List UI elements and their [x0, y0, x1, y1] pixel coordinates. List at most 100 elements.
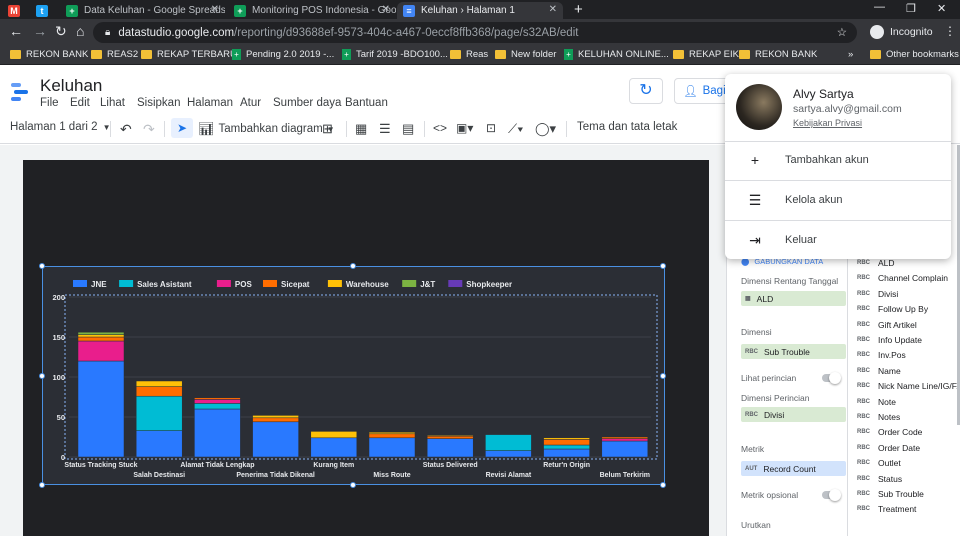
bookmarks-overflow-icon[interactable]: »: [848, 49, 853, 60]
menu-help[interactable]: Bantuan: [345, 97, 388, 109]
resize-handle[interactable]: [660, 263, 666, 269]
report-title[interactable]: Keluhan: [40, 76, 102, 96]
resize-handle[interactable]: [39, 373, 45, 379]
back-icon[interactable]: ←: [9, 23, 23, 39]
stacked-bar-chart[interactable]: 0 50 100 150 200 JNE Sales Asistant POS Sicepat W…: [42, 266, 665, 485]
text-icon[interactable]: ⊡: [486, 121, 496, 135]
resize-handle[interactable]: [660, 373, 666, 379]
field-label: Channel Complain: [878, 273, 948, 284]
field-label: Outlet: [878, 458, 901, 469]
field-item[interactable]: RBC ALD: [857, 258, 895, 268]
tab-monitoring-pos[interactable]: + Monitoring POS Indonesia - Goo ✕: [228, 2, 396, 19]
embed-code-icon[interactable]: <>: [433, 121, 447, 135]
minimize-icon[interactable]: —: [874, 1, 885, 13]
incognito-badge[interactable]: Incognito: [870, 25, 933, 39]
add-control-icon[interactable]: ⊞: [322, 121, 333, 137]
restore-icon[interactable]: ❐: [906, 2, 916, 15]
undo-icon[interactable]: ↶: [120, 121, 132, 138]
theme-layout-button[interactable]: Tema dan tata letak: [577, 121, 677, 133]
resize-handle[interactable]: [660, 482, 666, 488]
filter-icon[interactable]: ☰: [379, 121, 391, 137]
window-close-icon[interactable]: ✕: [937, 2, 946, 15]
add-account-item[interactable]: + Tambahkan akun: [725, 141, 951, 179]
field-item[interactable]: RBC Order Date: [857, 443, 920, 453]
bookmark-item[interactable]: REKON BANK: [10, 49, 88, 60]
manage-account-item[interactable]: ☰ Kelola akun: [725, 181, 951, 219]
resize-handle[interactable]: [39, 263, 45, 269]
menu-edit[interactable]: Edit: [70, 97, 90, 109]
field-item[interactable]: RBC Sub Trouble: [857, 489, 924, 499]
dimension-chip[interactable]: RBC Sub Trouble: [741, 344, 846, 359]
url-field[interactable]: 🔒︎ datastudio.google.com /reporting/d936…: [93, 22, 857, 43]
bookmark-item[interactable]: + Pending 2.0 2019 -...: [232, 49, 334, 60]
menu-file[interactable]: File: [40, 97, 59, 109]
refresh-button[interactable]: ↻: [629, 78, 663, 104]
metric-chip[interactable]: AUT Record Count: [741, 461, 846, 476]
home-icon[interactable]: ⌂: [76, 23, 84, 39]
close-icon[interactable]: ✕: [549, 4, 557, 15]
folder-icon: [91, 50, 102, 59]
new-tab-icon[interactable]: +: [574, 1, 583, 18]
field-item[interactable]: RBC Order Code: [857, 427, 922, 437]
reload-icon[interactable]: ↻: [55, 23, 67, 40]
bookmark-item[interactable]: REKAP TERBARU: [141, 49, 237, 60]
bookmark-item[interactable]: Reas: [450, 49, 488, 60]
sign-out-item[interactable]: ⇥ Keluar: [725, 221, 951, 259]
bookmark-item[interactable]: + KELUHAN ONLINE...: [564, 49, 669, 60]
field-item[interactable]: RBC Channel Complain: [857, 273, 948, 283]
tab-keluhan[interactable]: ≡ Keluhan › Halaman 1 ✕: [397, 2, 563, 19]
star-icon[interactable]: ☆: [837, 25, 847, 39]
field-item[interactable]: RBC Info Update: [857, 335, 922, 345]
close-icon[interactable]: ✕: [382, 4, 390, 15]
field-item[interactable]: RBC Divisi: [857, 289, 898, 299]
bookmark-item[interactable]: REKAP EIK: [673, 49, 739, 60]
field-item[interactable]: RBC Outlet: [857, 458, 901, 468]
other-bookmarks[interactable]: Other bookmarks: [870, 49, 959, 60]
resize-handle[interactable]: [350, 263, 356, 269]
date-dimension-chip[interactable]: ▦ ALD: [741, 291, 846, 306]
tab-gmail[interactable]: M: [2, 2, 30, 19]
x-tick-label: Retur'n Origin: [543, 462, 590, 469]
field-item[interactable]: RBC Status: [857, 474, 902, 484]
avatar[interactable]: [736, 84, 782, 130]
bookmark-item[interactable]: REKON BANK: [739, 49, 817, 60]
field-item[interactable]: RBC Inv.Pos: [857, 350, 906, 360]
field-item[interactable]: RBC Follow Up By: [857, 304, 928, 314]
drill-dimension-chip[interactable]: RBC Divisi: [741, 407, 846, 422]
tab-twitter[interactable]: t: [30, 2, 58, 19]
add-chart-button[interactable]: 📊︎ Tambahkan diagram ▼: [198, 121, 335, 137]
menu-page[interactable]: Halaman: [187, 97, 233, 109]
field-item[interactable]: RBC Treatment: [857, 504, 916, 514]
data-control-icon[interactable]: ▤: [402, 121, 414, 137]
resize-handle[interactable]: [350, 482, 356, 488]
drill-down-toggle[interactable]: [822, 372, 841, 384]
field-item[interactable]: RBC Gift Artikel: [857, 320, 917, 330]
shape-icon[interactable]: ◯▾: [535, 121, 556, 137]
date-range-icon[interactable]: ▦: [355, 121, 367, 137]
more-menu-icon[interactable]: ⋮: [944, 24, 956, 38]
forward-icon[interactable]: →: [33, 23, 47, 39]
bar-segment: [368, 437, 416, 458]
menu-view[interactable]: Lihat: [100, 97, 125, 109]
bookmark-item[interactable]: New folder: [495, 49, 556, 60]
redo-icon[interactable]: ↷: [143, 121, 155, 138]
line-icon[interactable]: ⟋▾: [508, 121, 523, 137]
bookmark-item[interactable]: REAS2: [91, 49, 138, 60]
field-item[interactable]: RBC Notes: [857, 412, 900, 422]
image-icon[interactable]: ▣▾: [456, 121, 473, 135]
field-item[interactable]: RBC Name: [857, 366, 901, 376]
close-icon[interactable]: ✕: [211, 4, 219, 15]
field-item[interactable]: RBC Note: [857, 397, 896, 407]
menu-insert[interactable]: Sisipkan: [137, 97, 180, 109]
privacy-link[interactable]: Kebijakan Privasi: [793, 118, 862, 128]
select-cursor-icon[interactable]: ➤: [171, 118, 193, 138]
tab-data-keluhan[interactable]: + Data Keluhan - Google Spreadsh ✕: [60, 2, 225, 19]
optional-metric-toggle[interactable]: [822, 489, 841, 501]
menu-arrange[interactable]: Atur: [240, 97, 261, 109]
datastudio-logo-icon[interactable]: [9, 81, 31, 103]
resize-handle[interactable]: [39, 482, 45, 488]
bookmark-item[interactable]: + Tarif 2019 -BDO100...: [342, 49, 448, 60]
page-navigator[interactable]: Halaman 1 dari 2 ▼: [10, 121, 111, 133]
field-item[interactable]: RBC Nick Name Line/IG/F...: [857, 381, 960, 391]
menu-resource[interactable]: Sumber daya: [273, 97, 341, 109]
